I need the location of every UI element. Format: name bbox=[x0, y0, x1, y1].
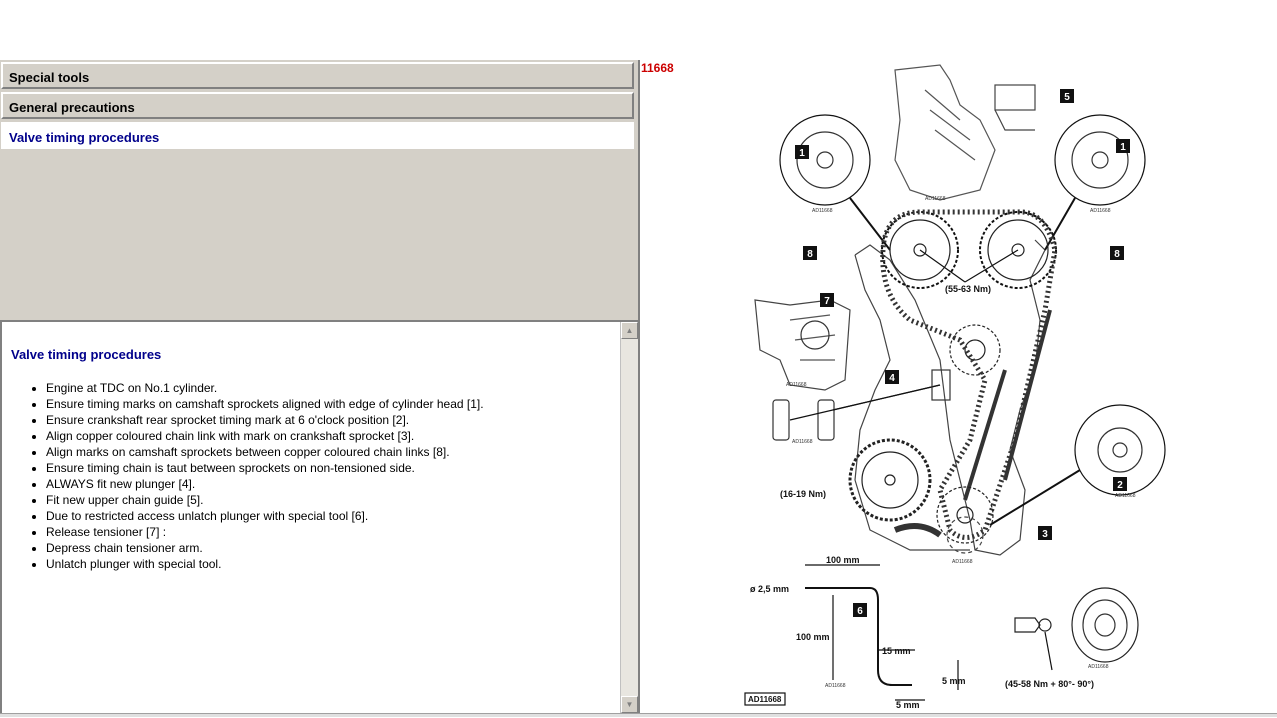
step-item: Due to restricted access unlatch plunger… bbox=[46, 508, 484, 524]
dim-15: 15 mm bbox=[882, 646, 911, 656]
dim-diameter: ø 2,5 mm bbox=[750, 584, 789, 594]
step-item: Ensure crankshaft rear sprocket timing m… bbox=[46, 412, 484, 428]
bottom-edge bbox=[0, 713, 1277, 717]
procedure-steps: Engine at TDC on No.1 cylinder. Ensure t… bbox=[2, 380, 484, 572]
vertical-scrollbar[interactable]: ▲ ▼ bbox=[620, 322, 638, 713]
small-ref-7: AD11668 bbox=[952, 559, 973, 565]
callout-3: 3 bbox=[1042, 529, 1048, 540]
timing-diagram-panel: 11668 1 1 2 3 4 5 6 7 8 8 (55-63 Nm) (16… bbox=[640, 60, 1277, 713]
small-ref-6: AD11668 bbox=[1115, 493, 1136, 499]
step-item: Ensure timing chain is taut between spro… bbox=[46, 460, 484, 476]
procedure-text-panel: Valve timing procedures Engine at TDC on… bbox=[0, 320, 638, 713]
dim-100-horizontal: 100 mm bbox=[826, 555, 860, 565]
callout-1-left: 1 bbox=[799, 148, 805, 159]
dim-5-a: 5 mm bbox=[942, 676, 966, 686]
nav-valve-timing[interactable]: Valve timing procedures bbox=[1, 122, 634, 149]
step-item: Unlatch plunger with special tool. bbox=[46, 556, 484, 572]
figure-ref-label: AD11668 bbox=[748, 695, 782, 704]
small-ref-8: AD11668 bbox=[825, 683, 846, 689]
small-ref-4: AD11668 bbox=[786, 382, 807, 388]
callout-8-left: 8 bbox=[807, 249, 813, 260]
step-item: Release tensioner [7] : bbox=[46, 524, 484, 540]
left-panel: Special tools General precautions Valve … bbox=[0, 60, 638, 713]
step-item: Fit new upper chain guide [5]. bbox=[46, 492, 484, 508]
scroll-down-button[interactable]: ▼ bbox=[621, 696, 638, 713]
callout-6: 6 bbox=[857, 606, 863, 617]
small-ref-3: AD11668 bbox=[925, 196, 946, 202]
step-item: ALWAYS fit new plunger [4]. bbox=[46, 476, 484, 492]
torque-idler-label: (16-19 Nm) bbox=[780, 489, 826, 499]
figure-id: 11668 bbox=[641, 61, 674, 75]
small-ref-9: AD11668 bbox=[1088, 664, 1109, 670]
callout-8-right: 8 bbox=[1114, 249, 1120, 260]
timing-chain-diagram: 1 1 2 3 4 5 6 7 8 8 (55-63 Nm) (16-19 Nm… bbox=[744, 64, 1166, 710]
callout-2: 2 bbox=[1117, 480, 1123, 491]
callout-7: 7 bbox=[824, 296, 830, 307]
dim-100-vertical: 100 mm bbox=[796, 632, 830, 642]
step-item: Align marks on camshaft sprockets betwee… bbox=[46, 444, 484, 460]
nav-general-precautions[interactable]: General precautions bbox=[1, 92, 634, 119]
procedure-title: Valve timing procedures bbox=[11, 347, 162, 362]
step-item: Engine at TDC on No.1 cylinder. bbox=[46, 380, 484, 396]
callout-5: 5 bbox=[1064, 92, 1070, 103]
step-item: Depress chain tensioner arm. bbox=[46, 540, 484, 556]
callout-4: 4 bbox=[889, 373, 895, 384]
dim-5-b: 5 mm bbox=[896, 700, 920, 710]
callout-1-right: 1 bbox=[1120, 142, 1126, 153]
small-ref-2: AD11668 bbox=[1090, 208, 1111, 214]
step-item: Align copper coloured chain link with ma… bbox=[46, 428, 484, 444]
torque-crank-label: (45-58 Nm + 80°- 90°) bbox=[1005, 679, 1094, 689]
procedure-content: Valve timing procedures Engine at TDC on… bbox=[2, 322, 620, 713]
small-ref-5: AD11668 bbox=[792, 439, 813, 445]
step-item: Ensure timing marks on camshaft sprocket… bbox=[46, 396, 484, 412]
scroll-up-button[interactable]: ▲ bbox=[621, 322, 638, 339]
torque-cam-label: (55-63 Nm) bbox=[945, 284, 991, 294]
small-ref-1: AD11668 bbox=[812, 208, 833, 214]
nav-special-tools[interactable]: Special tools bbox=[1, 62, 634, 89]
